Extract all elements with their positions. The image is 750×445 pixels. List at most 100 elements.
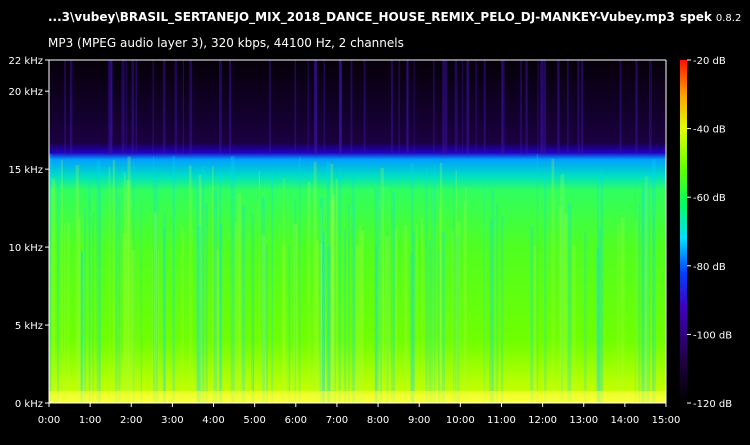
- spectrum-stripe: [338, 168, 341, 403]
- spectrum-stripe: [442, 232, 445, 403]
- spectrum-spike: [294, 60, 297, 154]
- spectrum-stripe: [464, 187, 467, 403]
- spectrum-stripe: [455, 170, 457, 403]
- spectrum-stripe: [651, 159, 656, 403]
- spectrum-spike: [650, 60, 652, 154]
- spectrum-stripe: [551, 158, 555, 403]
- spectrum-spike: [268, 60, 271, 154]
- colorbar: -20 dB -40 dB -60 dB -80 dB -100 dB -120 dB: [680, 56, 732, 410]
- spectrum-stripe: [298, 156, 301, 403]
- spectrogram-chart: 0 kHz 5 kHz 10 kHz 15 kHz 20 kHz 22 kHz 0:00 1:…: [9, 56, 733, 426]
- spectrum-stripe: [564, 212, 568, 403]
- spectrum-spike: [121, 60, 123, 154]
- spectrum-stripe: [51, 178, 56, 403]
- spectrum-stripe: [60, 159, 63, 403]
- y-tick-label: 5 kHz: [15, 321, 43, 332]
- colorbar-label: -60 dB: [693, 193, 726, 204]
- spectrum-stripe: [57, 186, 60, 403]
- spectrum-stripe: [127, 156, 131, 403]
- x-tick-label: 5:00: [243, 415, 265, 426]
- spectrum-stripe: [293, 223, 298, 403]
- spectrum-stripe: [241, 205, 246, 403]
- spectrum-stripe: [140, 202, 143, 403]
- spectrum-stripe: [283, 177, 285, 403]
- spectrum-stripe: [392, 192, 396, 403]
- spectrum-stripe: [620, 217, 625, 403]
- spectrum-spike: [135, 60, 138, 154]
- spectrum-stripe: [410, 162, 414, 403]
- spectrum-spike: [413, 60, 415, 154]
- spectrum-stripe: [258, 171, 261, 403]
- spectrum-stripe: [439, 206, 441, 403]
- spectrum-stripe: [108, 166, 111, 403]
- colorbar-label: -40 dB: [693, 125, 726, 136]
- spectrum-stripe: [353, 202, 355, 403]
- spectrum-stripe: [118, 194, 121, 403]
- spectrum-stripe: [330, 164, 334, 403]
- spectrum-stripe: [428, 239, 431, 403]
- spectrum-stripe: [181, 227, 184, 403]
- spectrum-spike: [619, 60, 622, 154]
- spectrum-stripe: [335, 179, 338, 403]
- x-tick-label: 12:00: [528, 415, 557, 426]
- spectrum-spike: [131, 60, 135, 154]
- spectrum-spike: [69, 60, 73, 154]
- spectrum-spike: [229, 60, 231, 154]
- spectrum-spike: [543, 60, 547, 154]
- spectrum-stripe: [271, 170, 274, 403]
- spectrum-stripe: [75, 164, 80, 403]
- spectrum-spike: [182, 60, 185, 154]
- spectrum-stripe: [205, 202, 208, 403]
- spectrum-spike: [581, 60, 584, 154]
- spectrum-stripe: [80, 251, 83, 403]
- spectrum-spike: [483, 60, 486, 154]
- spectrum-stripe: [356, 244, 360, 403]
- spectrum-stripe: [288, 245, 291, 403]
- spectrum-spike: [350, 60, 353, 154]
- y-tick-label: 0 kHz: [15, 399, 43, 410]
- spectrum-spike: [219, 60, 222, 154]
- spectrum-stripe: [374, 188, 379, 403]
- x-tick-label: 6:00: [285, 415, 307, 426]
- spectrum-stripe: [320, 208, 322, 403]
- spectrum-stripe: [457, 221, 460, 403]
- spectrum-spike: [162, 60, 166, 154]
- spectrum-stripe: [230, 155, 235, 403]
- spectrum-stripe: [360, 230, 364, 403]
- spectrum-stripe: [152, 252, 154, 403]
- spectrum-spike: [307, 60, 309, 154]
- colorbar-label: -100 dB: [693, 330, 732, 341]
- spectrum-spike: [189, 60, 193, 154]
- spectrum-spike: [64, 60, 66, 154]
- spectrum-stripe: [99, 186, 101, 403]
- spectrum-stripe: [237, 192, 242, 403]
- spectrum-stripe: [307, 181, 311, 403]
- spectrum-stripe: [201, 166, 205, 403]
- spectrum-stripe: [115, 175, 118, 403]
- spectrum-spike: [537, 60, 539, 154]
- colorbar-label: -80 dB: [693, 262, 726, 273]
- spectrum-stripe: [131, 240, 133, 403]
- spectrum-stripe: [489, 219, 493, 403]
- spectrum-spike: [174, 60, 177, 154]
- spectrum-stripe: [153, 212, 158, 403]
- spectrum-stripe: [483, 186, 485, 403]
- spectrum-spike: [390, 60, 393, 154]
- x-tick-label: 2:00: [120, 415, 142, 426]
- spectrum-stripe: [544, 174, 547, 403]
- x-tick-label: 7:00: [326, 415, 348, 426]
- spectrum-spike: [323, 60, 325, 154]
- colorbar-gradient: [680, 60, 687, 403]
- x-tick-label: 11:00: [487, 415, 516, 426]
- spectrum-stripe: [67, 222, 70, 403]
- spectrum-spike: [363, 60, 366, 154]
- x-tick-label: 14:00: [610, 415, 639, 426]
- spectrum-stripe: [642, 187, 646, 403]
- spectrum-stripe: [235, 222, 238, 403]
- x-tick-label: 9:00: [408, 415, 430, 426]
- spectrum-stripe: [584, 232, 587, 403]
- spectrum-stripe: [251, 213, 254, 403]
- spectrum-spike: [442, 60, 446, 154]
- spectrum-stripe: [404, 225, 408, 403]
- y-tick-label: 15 kHz: [9, 165, 43, 176]
